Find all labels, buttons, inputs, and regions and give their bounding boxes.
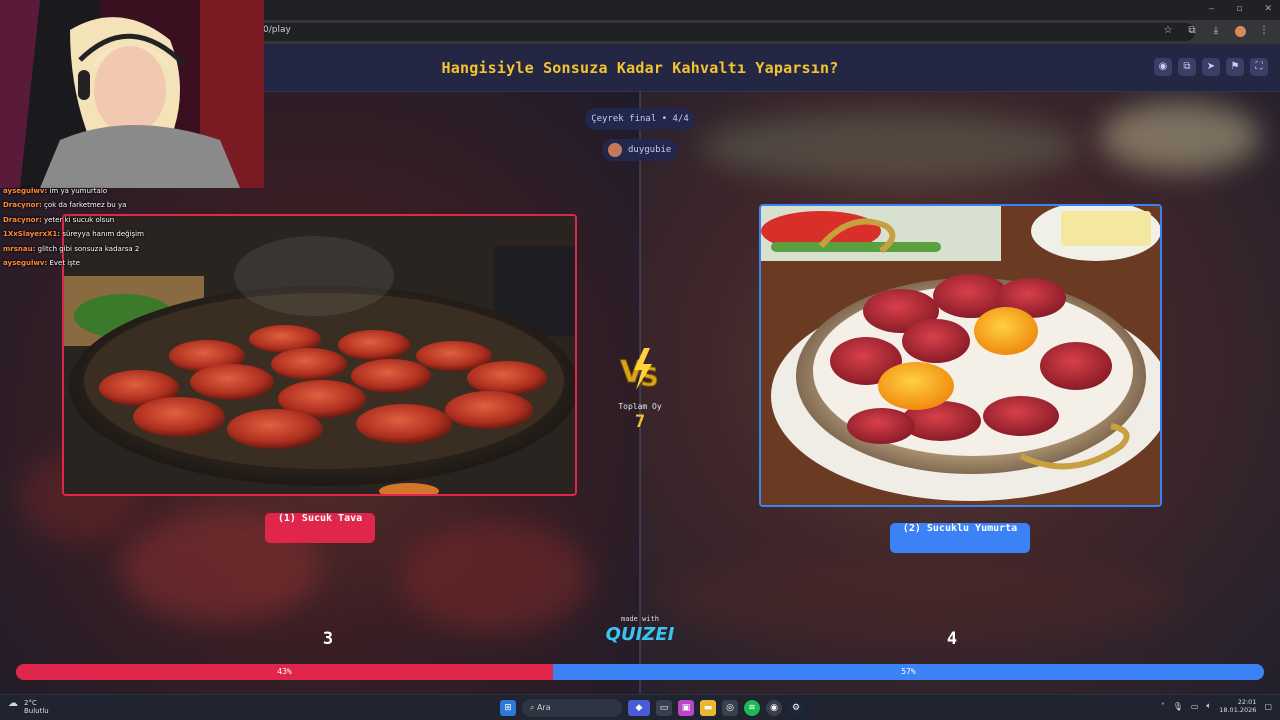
vote-count-right: 4	[946, 629, 958, 649]
flag-icon[interactable]: ⚑	[1226, 58, 1244, 76]
clock[interactable]: 22:01 18.01.2026	[1219, 698, 1256, 714]
vote-count-left: 3	[322, 629, 334, 649]
maximize-button[interactable]: ▫	[1236, 4, 1242, 14]
copy-icon[interactable]: ⧉	[1178, 58, 1196, 76]
steam-icon[interactable]: ⚙	[788, 700, 804, 716]
choice-image-right[interactable]	[759, 204, 1162, 507]
fullscreen-icon[interactable]: ⛶	[1250, 58, 1268, 76]
microphone-icon[interactable]: 🎙︎	[1173, 702, 1183, 711]
chat-username: mrsnau:	[3, 244, 36, 253]
chat-text: im ya yumurtalo	[49, 187, 108, 195]
chat-text: çok da farketmez bu ya	[43, 201, 127, 210]
weather-temp: 2°C	[24, 699, 37, 707]
chat-message: aysegulwv: Evet işte	[0, 256, 320, 270]
chat-username: Dracynor:	[3, 215, 42, 224]
address-url: 0/play	[263, 25, 291, 35]
blurred-plate	[700, 112, 1080, 182]
spotify-icon[interactable]: ≋	[744, 700, 760, 716]
vs-icon: V S	[620, 348, 659, 392]
volume-icon[interactable]: 🔈︎	[1206, 701, 1211, 711]
extensions-icon[interactable]: ⧉	[1186, 25, 1198, 40]
taskbar-search[interactable]: ⌕ Ara	[522, 699, 622, 717]
close-button[interactable]: ✕	[1264, 4, 1272, 14]
webcam-overlay	[0, 0, 264, 188]
vote-percent-left: 43%	[277, 667, 292, 676]
photos-app-icon[interactable]: ▣	[678, 700, 694, 716]
search-icon: ⌕	[530, 703, 538, 712]
chat-username: Dracynor:	[3, 201, 42, 210]
chat-text: Evet işte	[49, 258, 80, 267]
chat-message: 1XxSlayerxX1: süreyya hanım değişim	[0, 227, 320, 241]
share-icon[interactable]: ➤	[1202, 58, 1220, 76]
eye-icon[interactable]: ◉	[1154, 58, 1172, 76]
center-divider	[639, 92, 641, 694]
address-bar[interactable]: 0/play	[255, 23, 1195, 41]
chat-username: aysegulwv:	[3, 187, 48, 195]
clock-date: 18.01.2026	[1219, 706, 1257, 714]
choice-button-2[interactable]: (2) Sucuklu Yumurta	[890, 523, 1030, 553]
vote-bar-right: 57%	[553, 664, 1264, 680]
cloud-icon: ☁	[8, 698, 18, 709]
blurred-pan	[660, 552, 1180, 642]
total-votes-value: 7	[634, 412, 646, 432]
user-name: duygubie	[628, 145, 672, 155]
network-icon[interactable]: ▭	[1191, 702, 1199, 711]
chat-message: Dracynor: yeter ki sucuk olsun	[0, 213, 320, 227]
chat-username: aysegulwv:	[3, 258, 48, 267]
search-placeholder: Ara	[537, 703, 551, 712]
tray-chevron-icon[interactable]: ˄	[1161, 702, 1165, 711]
vote-bar-left: 43%	[16, 664, 553, 680]
blurred-sausage	[400, 522, 590, 632]
blurred-cheese	[1100, 102, 1260, 172]
chrome-icon[interactable]: ◎	[722, 700, 738, 716]
vote-percent-right: 57%	[901, 667, 916, 676]
window-controls: ‒ ▫ ✕	[1209, 4, 1272, 14]
chat-message: mrsnau: glitch gibi sonsuza kadarsa 2	[0, 242, 320, 256]
file-explorer-icon[interactable]: ▬	[700, 700, 716, 716]
avatar	[608, 143, 622, 157]
star-icon[interactable]: ☆	[1162, 25, 1174, 40]
menu-icon[interactable]: ⋮	[1258, 25, 1270, 40]
chat-text: yeter ki sucuk olsun	[43, 215, 115, 224]
system-tray: ˄ 🎙︎ ▭ 🔈︎ 22:01 18.01.2026 ▢	[1161, 698, 1272, 714]
obs-icon[interactable]: ◉	[766, 700, 782, 716]
chat-text: süreyya hanım değişim	[62, 230, 144, 239]
chat-overlay: aysegulwv: im ya yumurtalo Dracynor: çok…	[0, 184, 320, 270]
chat-text: glitch gibi sonsuza kadarsa 2	[37, 244, 140, 253]
windows-taskbar: ☁ 2°C Bulutlu ⊞ ⌕ Ara ◆ ▭ ▣ ▬ ◎ ≋ ◉ ⚙ ˄ …	[0, 694, 1280, 720]
quizei-logo[interactable]: QUIZEI	[600, 624, 680, 645]
choice-button-1[interactable]: (1) Sucuk Tava	[265, 513, 375, 543]
sucuklu-yumurta-image	[761, 206, 1160, 505]
user-badge: duygubie	[602, 139, 678, 161]
streamer-webcam	[0, 0, 264, 188]
minimize-button[interactable]: ‒	[1209, 4, 1215, 14]
notification-icon[interactable]: ▢	[1264, 702, 1272, 711]
profile-avatar[interactable]	[1234, 25, 1246, 40]
round-badge: Çeyrek final • 4/4	[585, 108, 695, 130]
task-view-icon[interactable]: ▭	[656, 700, 672, 716]
download-icon[interactable]: ⤓	[1210, 25, 1222, 40]
weather-desc: Bulutlu	[24, 707, 49, 715]
vote-progress-bar: 43% 57%	[16, 664, 1264, 680]
total-votes-label: Toplam Oy	[618, 402, 662, 411]
made-with-label: made with	[621, 615, 659, 623]
chat-username: 1XxSlayerxX1:	[3, 230, 61, 239]
clock-time: 22:01	[1237, 698, 1257, 706]
chat-message: aysegulwv: im ya yumurtalo	[0, 184, 320, 198]
windows-start-icon[interactable]: ⊞	[500, 700, 516, 716]
chat-message: Dracynor: çok da farketmez bu ya	[0, 198, 320, 212]
widget-icon[interactable]: ◆	[628, 700, 650, 716]
